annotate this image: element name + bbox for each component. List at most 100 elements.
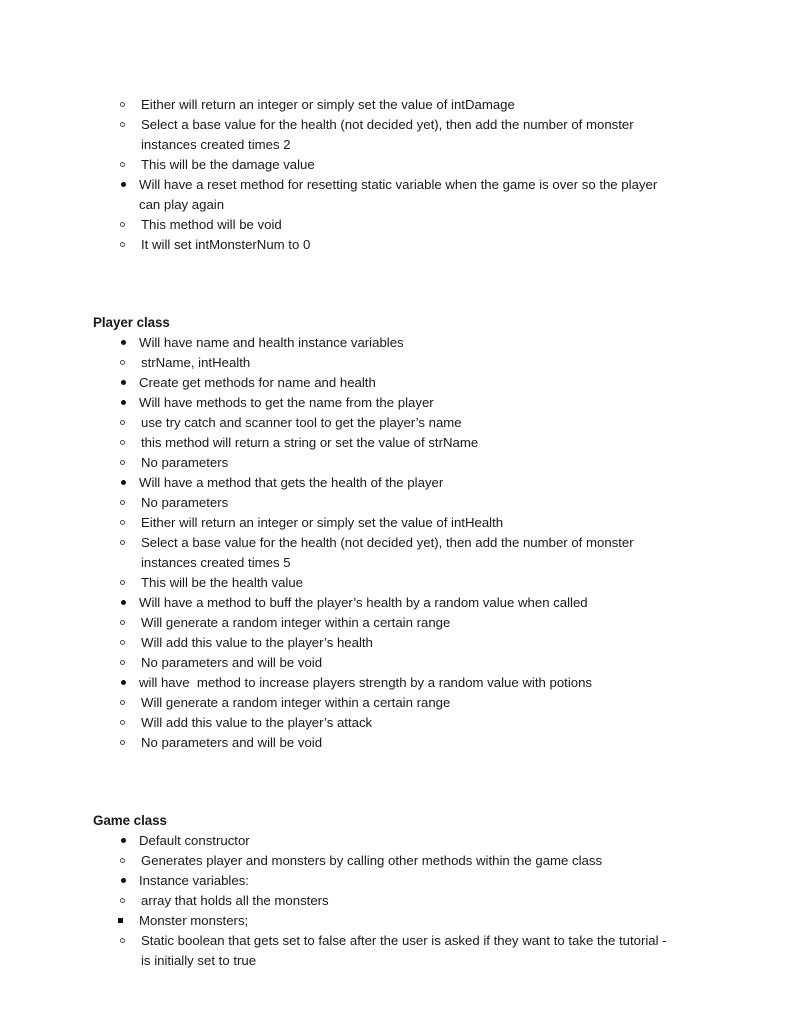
- disc-bullet-icon: [121, 673, 126, 685]
- bullet-list-level-2: Static boolean that gets set to false af…: [93, 931, 678, 971]
- list-item-text: No parameters: [141, 455, 229, 470]
- list-item: It will set intMonsterNum to 0: [93, 235, 678, 255]
- disc-bullet-icon: [121, 333, 126, 345]
- list-item-text: this method will return a string or set …: [141, 435, 479, 450]
- list-item: this method will return a string or set …: [93, 433, 678, 453]
- list-item: No parameters and will be void: [93, 733, 678, 753]
- circle-bullet-icon: [120, 891, 125, 903]
- list-item-text: No parameters and will be void: [141, 735, 323, 750]
- list-item: Will have a reset method for resetting s…: [93, 175, 678, 215]
- circle-bullet-icon: [120, 613, 125, 625]
- list-item-text: Default constructor: [139, 833, 250, 848]
- list-item-text: Will have a method that gets the health …: [139, 475, 444, 490]
- circle-bullet-icon: [120, 573, 125, 585]
- list-item: Will have a method that gets the health …: [93, 473, 678, 493]
- section-heading: Player class: [93, 315, 170, 330]
- bullet-list-level-1: Instance variables:: [93, 871, 678, 891]
- list-item-text: will have method to increase players str…: [139, 675, 593, 690]
- circle-bullet-icon: [120, 533, 125, 545]
- circle-bullet-icon: [120, 413, 125, 425]
- bullet-list-level-2: use try catch and scanner tool to get th…: [93, 413, 678, 473]
- list-item: Select a base value for the health (not …: [93, 115, 678, 155]
- circle-bullet-icon: [120, 733, 125, 745]
- disc-bullet-icon: [121, 393, 126, 405]
- list-item-text: Generates player and monsters by calling…: [141, 853, 603, 868]
- list-item: Will add this value to the player’s heal…: [93, 633, 678, 653]
- bullet-list-level-3: Monster monsters;: [93, 911, 678, 931]
- list-item: This will be the health value: [93, 573, 678, 593]
- circle-bullet-icon: [120, 931, 125, 943]
- circle-bullet-icon: [120, 353, 125, 365]
- list-item-text: This will be the health value: [141, 575, 304, 590]
- bullet-list-level-1: Create get methods for name and health Wi…: [93, 373, 678, 413]
- disc-bullet-icon: [121, 175, 126, 187]
- list-item: use try catch and scanner tool to get th…: [93, 413, 678, 433]
- disc-bullet-icon: [121, 831, 126, 843]
- list-item: Will generate a random integer within a …: [93, 693, 678, 713]
- disc-bullet-icon: [121, 593, 126, 605]
- list-item-text: Will generate a random integer within a …: [141, 615, 451, 630]
- list-item: Will have a method to buff the player’s …: [93, 593, 678, 613]
- list-item: No parameters: [93, 453, 678, 473]
- bullet-list-level-2: This method will be void It will set intM…: [93, 215, 678, 255]
- list-item-text: Will add this value to the player’s atta…: [141, 715, 373, 730]
- list-item: Static boolean that gets set to false af…: [93, 931, 678, 971]
- section-heading: Game class: [93, 813, 167, 828]
- disc-bullet-icon: [121, 871, 126, 883]
- bullet-list-level-2: No parameters Either will return an integ…: [93, 493, 678, 593]
- circle-bullet-icon: [120, 713, 125, 725]
- bullet-list-level-1: Default constructor: [93, 831, 678, 851]
- list-item: This will be the damage value: [93, 155, 678, 175]
- list-item-text: It will set intMonsterNum to 0: [141, 237, 311, 252]
- list-item: No parameters and will be void: [93, 653, 678, 673]
- list-item: Will have name and health instance varia…: [93, 333, 678, 353]
- circle-bullet-icon: [120, 693, 125, 705]
- list-item: Generates player and monsters by calling…: [93, 851, 678, 871]
- list-item-text: No parameters: [141, 495, 229, 510]
- circle-bullet-icon: [120, 115, 125, 127]
- list-item-text: This will be the damage value: [141, 157, 315, 172]
- list-item: array that holds all the monsters: [93, 891, 678, 911]
- circle-bullet-icon: [120, 215, 125, 227]
- list-item-text: Monster monsters;: [139, 913, 249, 928]
- list-item: Will have methods to get the name from t…: [93, 393, 678, 413]
- list-item: Either will return an integer or simply …: [93, 95, 678, 115]
- circle-bullet-icon: [120, 95, 125, 107]
- circle-bullet-icon: [120, 493, 125, 505]
- bullet-list-level-1: Will have a method that gets the health …: [93, 473, 678, 493]
- list-item-text: strName, intHealth: [141, 355, 251, 370]
- disc-bullet-icon: [121, 473, 126, 485]
- document-body: Either will return an integer or simply …: [93, 95, 678, 971]
- list-item-text: array that holds all the monsters: [141, 893, 329, 908]
- list-item-text: Static boolean that gets set to false af…: [141, 933, 671, 968]
- list-item-text: Will generate a random integer within a …: [141, 695, 451, 710]
- list-item: Create get methods for name and health: [93, 373, 678, 393]
- list-item-text: Create get methods for name and health: [139, 375, 376, 390]
- bullet-list-level-2: Either will return an integer or simply …: [93, 95, 678, 175]
- list-item-text: Either will return an integer or simply …: [141, 97, 515, 112]
- list-item-text: Instance variables:: [139, 873, 249, 888]
- bullet-list-level-1: will have method to increase players str…: [93, 673, 678, 693]
- list-item-text: This method will be void: [141, 217, 282, 232]
- list-item-text: Select a base value for the health (not …: [141, 535, 638, 570]
- bullet-list-level-2: Will generate a random integer within a …: [93, 693, 678, 753]
- circle-bullet-icon: [120, 155, 125, 167]
- list-item-text: Will add this value to the player’s heal…: [141, 635, 373, 650]
- list-item-text: Will have name and health instance varia…: [139, 335, 404, 350]
- list-item: This method will be void: [93, 215, 678, 235]
- circle-bullet-icon: [120, 453, 125, 465]
- list-item-text: Will have methods to get the name from t…: [139, 395, 434, 410]
- circle-bullet-icon: [120, 513, 125, 525]
- circle-bullet-icon: [120, 433, 125, 445]
- list-item-text: use try catch and scanner tool to get th…: [141, 415, 462, 430]
- list-item-text: Select a base value for the health (not …: [141, 117, 638, 152]
- bullet-list-level-2: Will generate a random integer within a …: [93, 613, 678, 673]
- bullet-list-level-1: Will have a method to buff the player’s …: [93, 593, 678, 613]
- bullet-list-level-1: Will have name and health instance varia…: [93, 333, 678, 353]
- circle-bullet-icon: [120, 851, 125, 863]
- circle-bullet-icon: [120, 633, 125, 645]
- list-item-text: No parameters and will be void: [141, 655, 323, 670]
- list-item: Default constructor: [93, 831, 678, 851]
- list-item: will have method to increase players str…: [93, 673, 678, 693]
